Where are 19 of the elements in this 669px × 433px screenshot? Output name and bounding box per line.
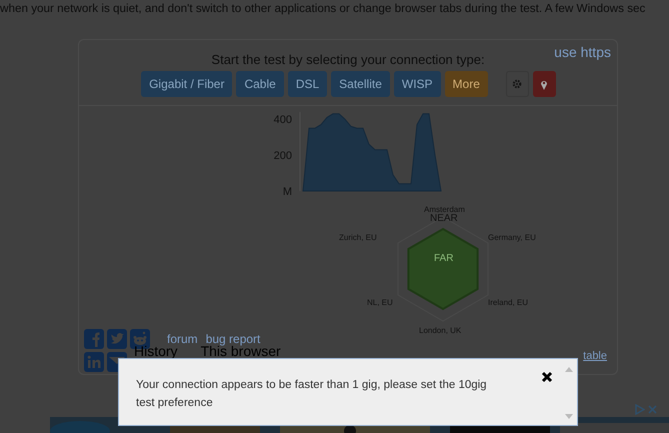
far-label: FAR [434,253,454,264]
location-button[interactable] [532,71,556,97]
scroll-down-icon[interactable] [565,414,573,419]
connection-button[interactable]: Satellite [331,71,390,97]
https-link[interactable]: use https [554,44,611,60]
near-label: NEAR [430,213,458,224]
close-icon[interactable] [541,371,553,383]
scroll-up-icon[interactable] [565,367,573,372]
table-link[interactable]: table [583,350,607,362]
connection-button[interactable]: Gigabit / Fiber [141,71,232,97]
gear-icon [512,79,522,89]
connection-button[interactable]: More [444,71,488,97]
ad-info-icon[interactable] [634,404,645,415]
connection-button[interactable]: Cable [236,71,284,97]
dialog-message: Your connection appears to be faster than 1 gig, please set the 10gig test preference [135,378,488,411]
ad-close-icon[interactable] [647,404,658,415]
map-pin-icon [540,78,548,90]
connection-button[interactable]: DSL [288,71,328,97]
connection-button[interactable]: WISP [394,71,441,97]
